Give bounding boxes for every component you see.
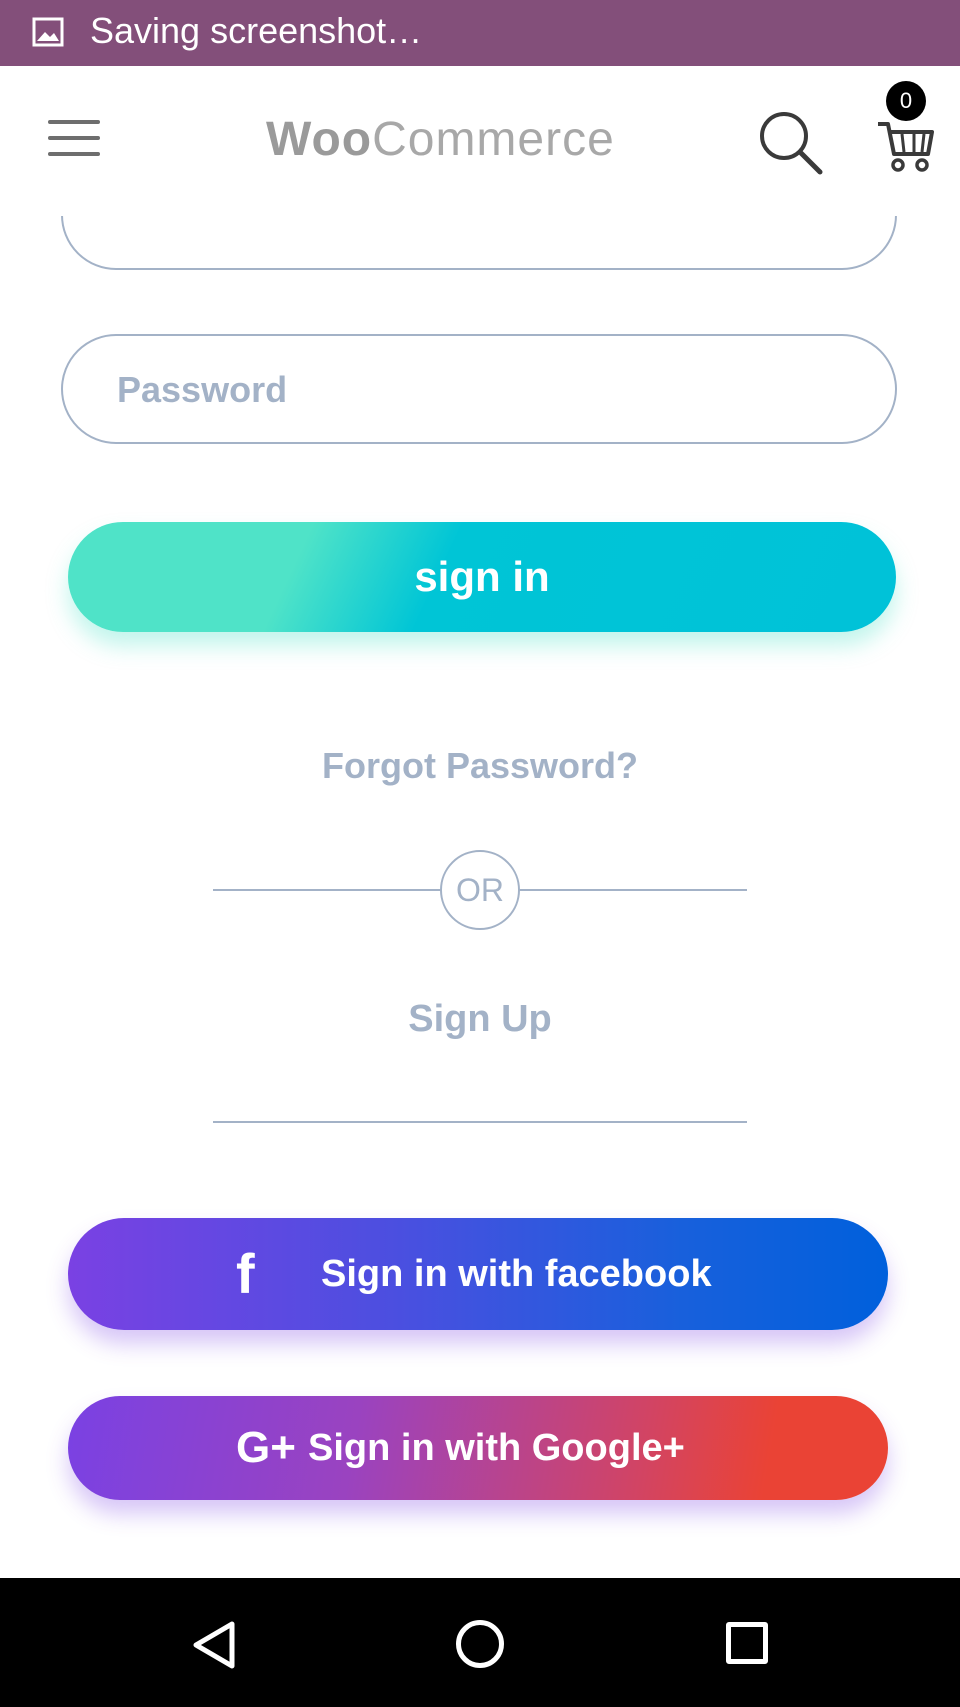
search-icon[interactable] [756,108,826,178]
woocommerce-logo[interactable]: WooCommerce [266,112,615,168]
logo-commerce: Commerce [372,113,615,166]
cart-icon[interactable] [876,118,936,174]
recents-icon[interactable] [726,1622,768,1664]
facebook-icon: f [236,1242,255,1305]
or-separator: OR [440,850,520,930]
sign-in-button[interactable]: sign in [68,522,896,632]
facebook-sign-in-button[interactable]: f Sign in with facebook [68,1218,888,1330]
password-input[interactable] [115,336,839,444]
cart-count-badge: 0 [886,81,926,121]
sign-up-link[interactable]: Sign Up [0,998,960,1041]
or-divider-left [213,889,441,891]
sign-up-underline [213,1121,747,1123]
google-sign-in-label: Sign in with Google+ [308,1427,685,1469]
image-icon [32,17,64,47]
google-plus-icon: G+ [236,1423,296,1472]
logo-woo: Woo [266,113,373,166]
google-sign-in-button[interactable]: G+ Sign in with Google+ [68,1396,888,1500]
forgot-password-link[interactable]: Forgot Password? [0,745,960,787]
home-icon[interactable] [456,1620,504,1668]
password-field[interactable] [61,334,897,444]
or-divider-right [519,889,747,891]
facebook-sign-in-label: Sign in with facebook [321,1253,712,1295]
status-bar: Saving screenshot… [0,0,960,66]
status-text: Saving screenshot… [90,10,423,51]
hamburger-menu-icon[interactable] [48,120,100,160]
back-icon[interactable] [190,1620,238,1670]
